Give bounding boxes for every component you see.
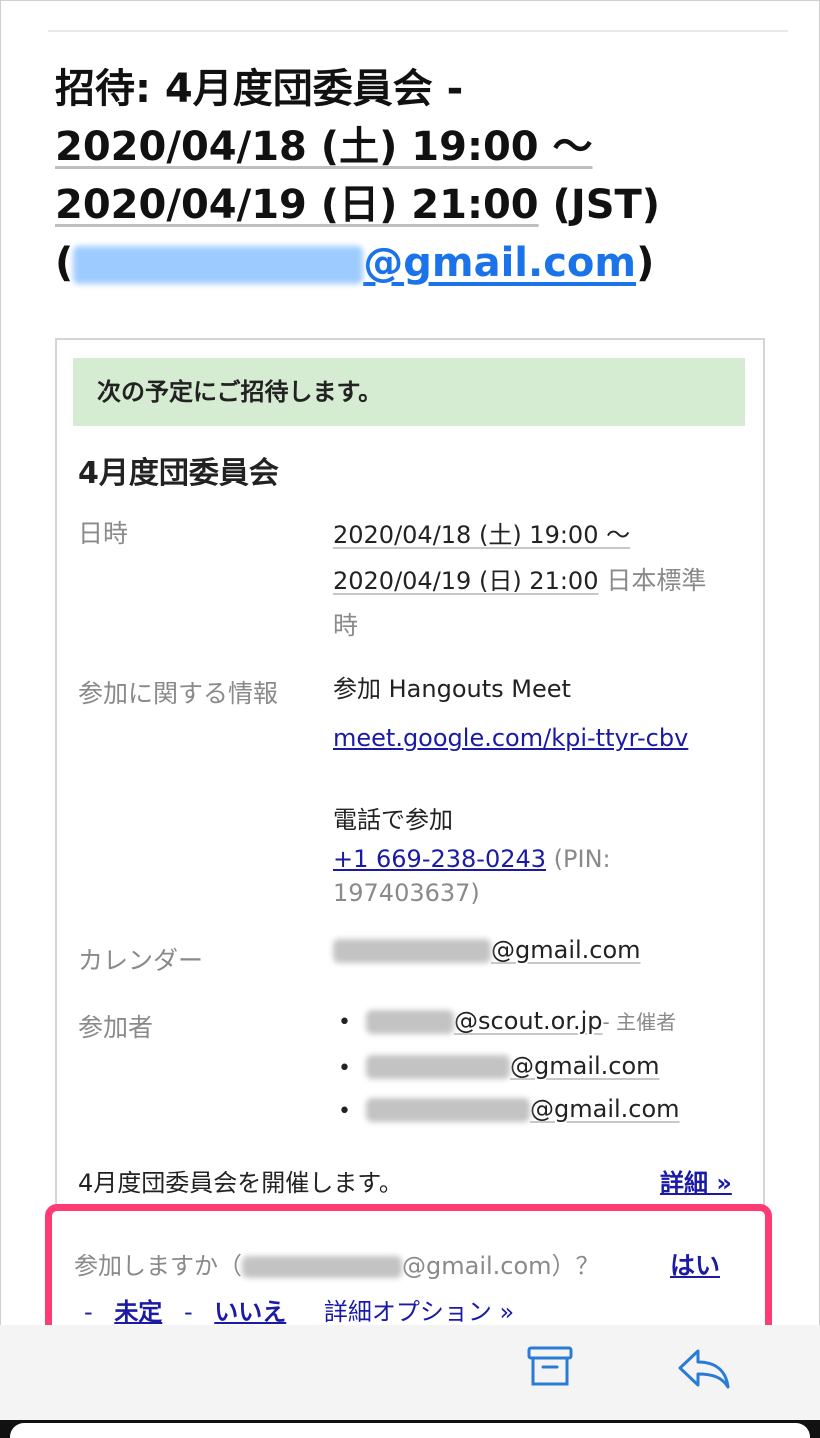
- subject-start[interactable]: 2020/04/18 (土) 19:00 〜: [55, 124, 593, 170]
- calendar-row: @gmail.com: [333, 936, 641, 964]
- rsvp-question-domain: @gmail.com: [402, 1252, 552, 1280]
- attendee-3-email[interactable]: @gmail.com: [530, 1095, 680, 1123]
- attendee-1-email[interactable]: @scout.or.jp: [454, 1007, 603, 1035]
- phone-row: +1 669-238-0243 (PIN:: [333, 845, 611, 873]
- datetime-line2[interactable]: 2020/04/19 (日) 21:00: [333, 567, 598, 595]
- rsvp-more-options-link[interactable]: 詳細オプション »: [324, 1298, 514, 1326]
- attendee-3: @gmail.com: [366, 1095, 680, 1123]
- rsvp-dash: -: [183, 1298, 193, 1326]
- details-link[interactable]: 詳細 »: [660, 1163, 732, 1198]
- pin-b: 197403637): [333, 879, 480, 907]
- subject-open-paren: (: [55, 240, 74, 286]
- datetime-line1-row: 2020/04/18 (土) 19:00 〜: [333, 515, 630, 550]
- redacted-calendar-local: [333, 939, 491, 963]
- attendee-1: @scout.or.jp- 主催者: [366, 1006, 676, 1035]
- rsvp-options-row: - 未定 - いいえ 詳細オプション »: [84, 1292, 514, 1327]
- bottom-edge-inner: [10, 1423, 810, 1438]
- meet-link[interactable]: meet.google.com/kpi-ttyr-cbv: [333, 724, 688, 752]
- attendee-2: @gmail.com: [366, 1052, 660, 1080]
- datetime-line2-row: 2020/04/19 (日) 21:00 日本標準: [333, 561, 706, 597]
- rsvp-question: 参加しますか（ @gmail.com）？: [74, 1246, 600, 1281]
- phone-label: 電話で参加: [333, 806, 453, 834]
- rsvp-dash: -: [84, 1298, 93, 1326]
- invite-banner: 次の予定にご招待します。: [73, 358, 745, 426]
- rsvp-maybe-link[interactable]: 未定: [114, 1298, 162, 1326]
- timezone-a: 日本標準: [598, 566, 707, 595]
- attendee-bullet: •: [338, 1099, 351, 1124]
- subject-tz: (JST): [538, 182, 661, 228]
- archive-icon[interactable]: [526, 1345, 574, 1389]
- rsvp-no-link[interactable]: いいえ: [214, 1298, 286, 1326]
- pin-a: (PIN:: [546, 845, 611, 873]
- label-datetime: 日時: [78, 519, 129, 548]
- rsvp-question-suffix: ）？: [551, 1252, 600, 1280]
- email-subject: 招待: 4月度団委員会 - 2020/04/18 (土) 19:00 〜 202…: [55, 60, 775, 292]
- redacted-rsvp-local: [242, 1256, 402, 1278]
- divider: [48, 30, 788, 32]
- meet-label: 参加 Hangouts Meet: [333, 675, 571, 703]
- subject-email-link[interactable]: @gmail.com: [363, 240, 636, 286]
- phone-number-link[interactable]: +1 669-238-0243: [333, 845, 546, 873]
- attendee-bullet: •: [338, 1010, 351, 1035]
- label-attendees: 参加者: [78, 1013, 154, 1042]
- attendee-bullet: •: [338, 1056, 351, 1081]
- rsvp-question-prefix: 参加しますか（: [74, 1252, 242, 1280]
- attendee-1-role: - 主催者: [602, 1010, 677, 1034]
- datetime-line1[interactable]: 2020/04/18 (土) 19:00 〜: [333, 521, 630, 549]
- redacted-email-local: [73, 246, 364, 284]
- calendar-email[interactable]: @gmail.com: [491, 936, 641, 964]
- timezone-b: 時: [333, 611, 359, 640]
- redacted-attendee-local: [366, 1098, 530, 1122]
- reply-icon[interactable]: [676, 1345, 732, 1391]
- subject-close-paren: ): [636, 240, 655, 286]
- subject-end[interactable]: 2020/04/19 (日) 21:00: [55, 182, 539, 228]
- rsvp-yes-link[interactable]: はい: [670, 1246, 720, 1282]
- subject-prefix: 招待: 4月度団委員会 -: [55, 66, 464, 112]
- event-title: 4月度団委員会: [78, 456, 279, 491]
- attendee-2-email[interactable]: @gmail.com: [510, 1052, 660, 1080]
- event-description: 4月度団委員会を開催します。: [78, 1169, 403, 1197]
- label-join-info: 参加に関する情報: [78, 679, 279, 708]
- label-calendar: カレンダー: [78, 946, 204, 975]
- redacted-attendee-local: [366, 1010, 454, 1034]
- redacted-attendee-local: [366, 1055, 510, 1079]
